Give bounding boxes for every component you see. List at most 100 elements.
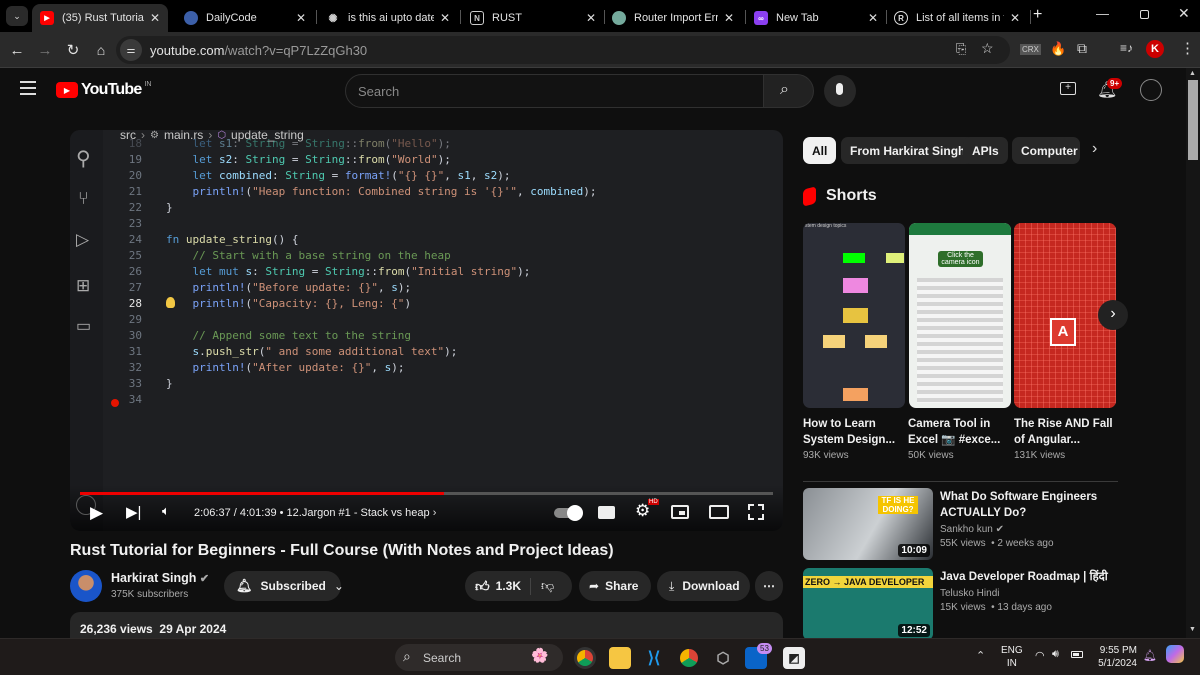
- dislike-button[interactable]: 👎︎: [531, 578, 554, 594]
- chrome-profile-app[interactable]: [574, 647, 596, 669]
- close-tab-icon[interactable]: ✕: [868, 11, 878, 25]
- newtab-icon: ∞: [754, 11, 768, 25]
- subscribed-button[interactable]: 🔔︎ Subscribed ⌄: [224, 571, 344, 601]
- short-title[interactable]: Camera Tool in Excel 📷 #exce...: [908, 416, 1012, 448]
- clock[interactable]: 9:55 PM 5/1/2024: [1097, 644, 1137, 670]
- home-button[interactable]: ⌂: [91, 40, 111, 60]
- browser-tab-dailycode[interactable]: DailyCode ✕: [176, 4, 314, 32]
- channel-avatar[interactable]: [70, 570, 102, 602]
- browser-tab-rust-list[interactable]: R List of all items in thi ✕: [886, 4, 1028, 32]
- file-explorer-app[interactable]: [609, 647, 631, 669]
- chrome-app[interactable]: [678, 647, 700, 669]
- restore-button[interactable]: [1140, 10, 1149, 19]
- close-window-button[interactable]: ✕: [1178, 5, 1190, 22]
- browser-menu-icon[interactable]: ⋮: [1180, 39, 1195, 57]
- reload-button[interactable]: ↻: [63, 40, 83, 60]
- progress-bar[interactable]: [80, 492, 773, 495]
- video-channel[interactable]: Telusko Hindi: [940, 588, 999, 599]
- profile-avatar[interactable]: K: [1146, 40, 1164, 58]
- next-button[interactable]: ▶|: [126, 503, 141, 521]
- chip-computer[interactable]: Computer p: [1012, 137, 1080, 164]
- download-button[interactable]: ⤓ Download: [657, 571, 750, 601]
- create-video-icon[interactable]: +: [1060, 82, 1076, 95]
- close-tab-icon[interactable]: ✕: [296, 11, 306, 25]
- chip-all[interactable]: All: [803, 137, 837, 164]
- crx-extension-icon[interactable]: CRX: [1020, 44, 1041, 55]
- channel-name[interactable]: Harkirat Singh ✔: [111, 571, 209, 585]
- hamburger-menu-icon[interactable]: [20, 81, 36, 95]
- wifi-icon[interactable]: ◠: [1035, 649, 1045, 662]
- extensions-puzzle-icon[interactable]: ⧉: [1077, 40, 1087, 57]
- back-button[interactable]: ←: [7, 40, 27, 60]
- start-button[interactable]: [364, 647, 386, 669]
- app-hexagon[interactable]: ⬡: [712, 647, 734, 669]
- browser-tab-ai[interactable]: ✺ is this ai upto date lik ✕: [318, 4, 458, 32]
- taskbar-search[interactable]: ⌕ Search 🌸: [395, 644, 563, 671]
- video-channel[interactable]: Sankho kun ✔: [940, 524, 1004, 535]
- chips-next-icon[interactable]: ›: [1092, 140, 1097, 158]
- install-app-icon[interactable]: ⎘: [956, 41, 966, 57]
- browser-tab-youtube[interactable]: ▶ (35) Rust Tutorial for ✕: [32, 4, 168, 32]
- video-player[interactable]: ⚲ ⑂ ▷ ⊞ ▭ src › ⚙ main.rs › ⬡ update_str…: [70, 130, 783, 531]
- close-tab-icon[interactable]: ✕: [150, 11, 160, 25]
- short-title[interactable]: How to Learn System Design...: [803, 416, 907, 448]
- account-avatar[interactable]: [1140, 79, 1162, 101]
- chip-apis[interactable]: APIs: [963, 137, 1008, 164]
- video-thumbnail[interactable]: ZERO → JAVA DEVELOPER 12:52: [803, 568, 933, 640]
- like-button[interactable]: 👍︎ 1.3K: [465, 577, 531, 595]
- battery-icon[interactable]: [1071, 651, 1083, 658]
- close-tab-icon[interactable]: ✕: [586, 11, 596, 25]
- site-info-icon[interactable]: ⚌: [120, 39, 142, 61]
- address-bar[interactable]: ⚌ youtube.com/watch?v=qP7LzZqGh30 ⎘ ☆: [116, 36, 1010, 64]
- search-button[interactable]: ⌕: [764, 74, 814, 108]
- search-input[interactable]: Search: [345, 74, 764, 108]
- close-tab-icon[interactable]: ✕: [724, 11, 734, 25]
- short-card-thumbnail[interactable]: stem design topics: [803, 223, 905, 408]
- chapter-title[interactable]: • 12.Jargon #1 - Stack vs heap: [280, 507, 430, 519]
- minimize-button[interactable]: —: [1096, 6, 1109, 21]
- miniplayer-icon[interactable]: [671, 505, 689, 519]
- volume-button[interactable]: 🔈︎: [162, 503, 170, 519]
- copilot-icon[interactable]: [1166, 645, 1184, 663]
- line-number: 30: [128, 329, 142, 342]
- video-title-link[interactable]: Java Developer Roadmap | हिंदी: [940, 569, 1120, 585]
- browser-tab-new-tab[interactable]: ∞ New Tab ✕: [746, 4, 886, 32]
- chip-from-harkirat[interactable]: From Harkirat Singh: [841, 137, 975, 164]
- media-control-icon[interactable]: ≡♪: [1120, 41, 1133, 55]
- subtitles-icon[interactable]: [598, 506, 615, 519]
- new-tab-button[interactable]: +: [1033, 6, 1042, 24]
- autoplay-toggle[interactable]: [554, 505, 583, 521]
- scroll-down-arrow[interactable]: ▼: [1189, 626, 1196, 633]
- fullscreen-icon[interactable]: [748, 504, 764, 520]
- active-app[interactable]: ◩: [783, 647, 805, 669]
- theater-mode-icon[interactable]: [709, 505, 729, 519]
- close-tab-icon[interactable]: ✕: [440, 11, 450, 25]
- close-tab-icon[interactable]: ✕: [1010, 11, 1020, 25]
- notification-bell-icon[interactable]: 🔔︎: [1143, 649, 1157, 662]
- shorts-next-button[interactable]: ›: [1098, 300, 1128, 330]
- tray-overflow-icon[interactable]: ⌃: [976, 649, 985, 662]
- code-line: 19 let s2: String = String::from("World"…: [70, 152, 783, 168]
- search-icon: ⌕: [780, 81, 789, 98]
- play-button[interactable]: ▶: [90, 503, 103, 523]
- scroll-up-arrow[interactable]: ▲: [1189, 70, 1196, 77]
- short-card-thumbnail[interactable]: Click the camera icon: [909, 223, 1011, 408]
- video-thumbnail[interactable]: TF IS HE DOING? 10:09: [803, 488, 933, 560]
- volume-icon[interactable]: 🔊︎: [1052, 648, 1059, 661]
- short-title[interactable]: The Rise AND Fall of Angular...: [1014, 416, 1118, 448]
- scrollbar-thumb[interactable]: [1188, 80, 1198, 160]
- language-indicator[interactable]: ENG IN: [1001, 644, 1023, 670]
- more-actions-button[interactable]: ⋯: [755, 571, 783, 601]
- forward-button[interactable]: →: [35, 40, 55, 60]
- flame-extension-icon[interactable]: 🔥: [1050, 41, 1066, 57]
- youtube-logo[interactable]: ▶ YouTube IN: [56, 81, 151, 99]
- vscode-app[interactable]: ⟩⟨: [643, 647, 665, 669]
- tab-search-button[interactable]: ⌄: [6, 6, 28, 26]
- browser-tab-rust-notion[interactable]: N RUST ✕: [462, 4, 604, 32]
- bookmark-star-icon[interactable]: ☆: [981, 40, 994, 57]
- browser-tab-router-error[interactable]: Router Import Error I ✕: [604, 4, 742, 32]
- video-title-link[interactable]: What Do Software Engineers ACTUALLY Do?: [940, 489, 1100, 521]
- share-button[interactable]: ➦ Share: [579, 571, 651, 601]
- page-scrollbar[interactable]: ▲ ▼: [1186, 68, 1200, 638]
- voice-search-button[interactable]: [824, 75, 856, 107]
